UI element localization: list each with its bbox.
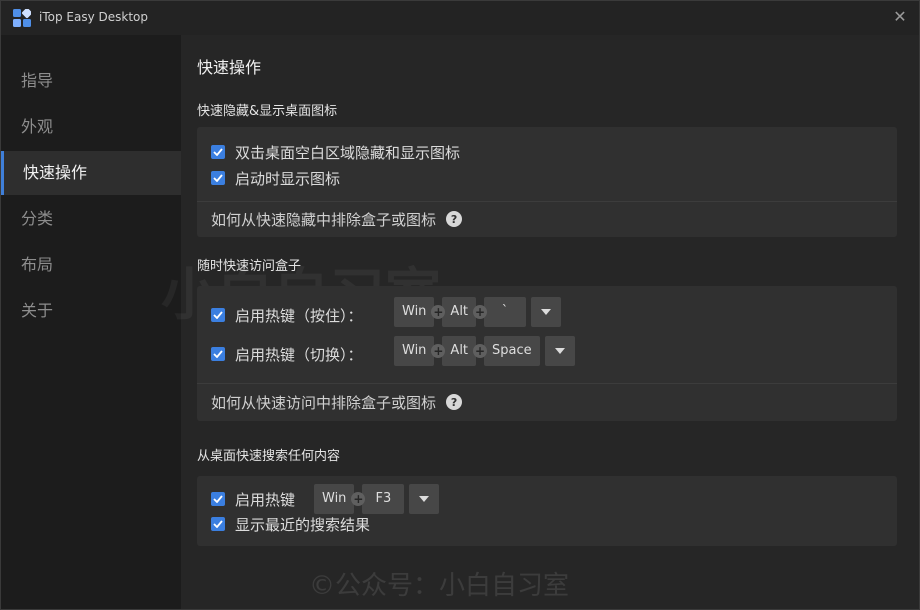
app-window: iTop Easy Desktop ✕ 指导 外观 快速操作 分类 布局 关于 … <box>0 0 920 610</box>
key-f3[interactable]: F3 <box>362 484 405 514</box>
hotkey-row-toggle: 启用热键（切换）： <box>211 339 363 369</box>
content-panel: 小白自习室 WWW.XUEYU.COM 快速操作 快速隐藏&显示桌面图标 双击桌… <box>161 35 919 609</box>
key-win[interactable]: Win <box>314 484 355 514</box>
key-backtick[interactable]: ` <box>484 297 527 327</box>
card-search: 启用热键 Win + F3 显示最近的搜索结果 <box>197 476 897 546</box>
option-show-on-startup[interactable]: 启动时显示图标 <box>211 167 340 189</box>
help-link-label: 如何从快速隐藏中排除盒子或图标 <box>211 210 437 229</box>
chevron-down-icon <box>554 348 565 354</box>
app-logo-icon <box>13 9 31 27</box>
key-win[interactable]: Win <box>394 297 435 327</box>
hotkey-keys-hold: Win + Alt + ` <box>394 297 562 327</box>
key-space[interactable]: Space <box>484 336 540 366</box>
key-dropdown-button[interactable] <box>531 297 562 327</box>
option-label: 双击桌面空白区域隐藏和显示图标 <box>235 143 461 162</box>
checkbox-hotkey-search[interactable] <box>211 492 225 506</box>
key-alt[interactable]: Alt <box>442 336 477 366</box>
checkbox-hotkey-hold[interactable] <box>211 308 225 322</box>
sidebar-item-about[interactable]: 关于 <box>1 289 181 333</box>
divider <box>197 201 897 202</box>
checkbox-hotkey-toggle[interactable] <box>211 347 225 361</box>
key-dropdown-button[interactable] <box>544 336 575 366</box>
sidebar-item-guide[interactable]: 指导 <box>1 59 181 103</box>
help-link-access[interactable]: 如何从快速访问中排除盒子或图标 ? <box>211 391 463 413</box>
option-recent-search[interactable]: 显示最近的搜索结果 <box>211 513 370 535</box>
section-title-hide-icons: 快速隐藏&显示桌面图标 <box>197 104 338 119</box>
hotkey-row-hold: 启用热键（按住）： <box>211 300 363 330</box>
checkbox-double-click-hide[interactable] <box>211 145 225 159</box>
card-hide-icons: 双击桌面空白区域隐藏和显示图标 启动时显示图标 如何从快速隐藏中排除盒子或图标 … <box>197 127 897 237</box>
hotkey-label-toggle: 启用热键（切换）： <box>235 345 363 364</box>
close-icon[interactable]: ✕ <box>891 8 909 26</box>
help-icon[interactable]: ? <box>446 394 463 410</box>
hotkey-label-hold: 启用热键（按住）： <box>235 306 363 325</box>
page-title: 快速操作 <box>197 58 262 77</box>
title-bar: iTop Easy Desktop ✕ <box>1 1 919 35</box>
key-win[interactable]: Win <box>394 336 435 366</box>
section-title-search: 从桌面快速搜索任何内容 <box>197 449 341 464</box>
option-label: 显示最近的搜索结果 <box>235 515 371 534</box>
hotkey-keys-toggle: Win + Alt + Space <box>394 336 575 366</box>
help-link-label: 如何从快速访问中排除盒子或图标 <box>211 393 437 412</box>
card-quick-access: 启用热键（按住）： Win + Alt + ` 启用热键（切换）： Win + … <box>197 286 897 421</box>
chevron-down-icon <box>541 309 552 315</box>
sidebar-item-quick-actions[interactable]: 快速操作 <box>1 151 181 195</box>
key-dropdown-button[interactable] <box>409 484 440 514</box>
option-label: 启动时显示图标 <box>235 169 341 188</box>
sidebar-item-appearance[interactable]: 外观 <box>1 105 181 149</box>
watermark-bottom: ©公众号：小白自习室 <box>309 571 570 601</box>
hotkey-row-search: 启用热键 <box>211 484 295 514</box>
divider <box>197 383 897 384</box>
help-icon[interactable]: ? <box>446 211 463 227</box>
hotkey-keys-search: Win + F3 <box>314 484 440 514</box>
hotkey-label-search: 启用热键 <box>235 490 296 509</box>
plus-icon: + <box>473 344 488 358</box>
chevron-down-icon <box>419 496 430 502</box>
plus-icon: + <box>473 305 488 319</box>
section-title-quick-access: 随时快速访问盒子 <box>197 259 302 274</box>
window-title: iTop Easy Desktop <box>39 10 148 24</box>
sidebar-item-layout[interactable]: 布局 <box>1 243 181 287</box>
key-alt[interactable]: Alt <box>442 297 477 327</box>
help-link-hide[interactable]: 如何从快速隐藏中排除盒子或图标 ? <box>211 208 463 230</box>
option-double-click-hide[interactable]: 双击桌面空白区域隐藏和显示图标 <box>211 141 460 163</box>
checkbox-show-on-startup[interactable] <box>211 171 225 185</box>
sidebar-item-categories[interactable]: 分类 <box>1 197 181 241</box>
sidebar: 指导 外观 快速操作 分类 布局 关于 <box>1 35 181 609</box>
checkbox-recent-search[interactable] <box>211 517 225 531</box>
